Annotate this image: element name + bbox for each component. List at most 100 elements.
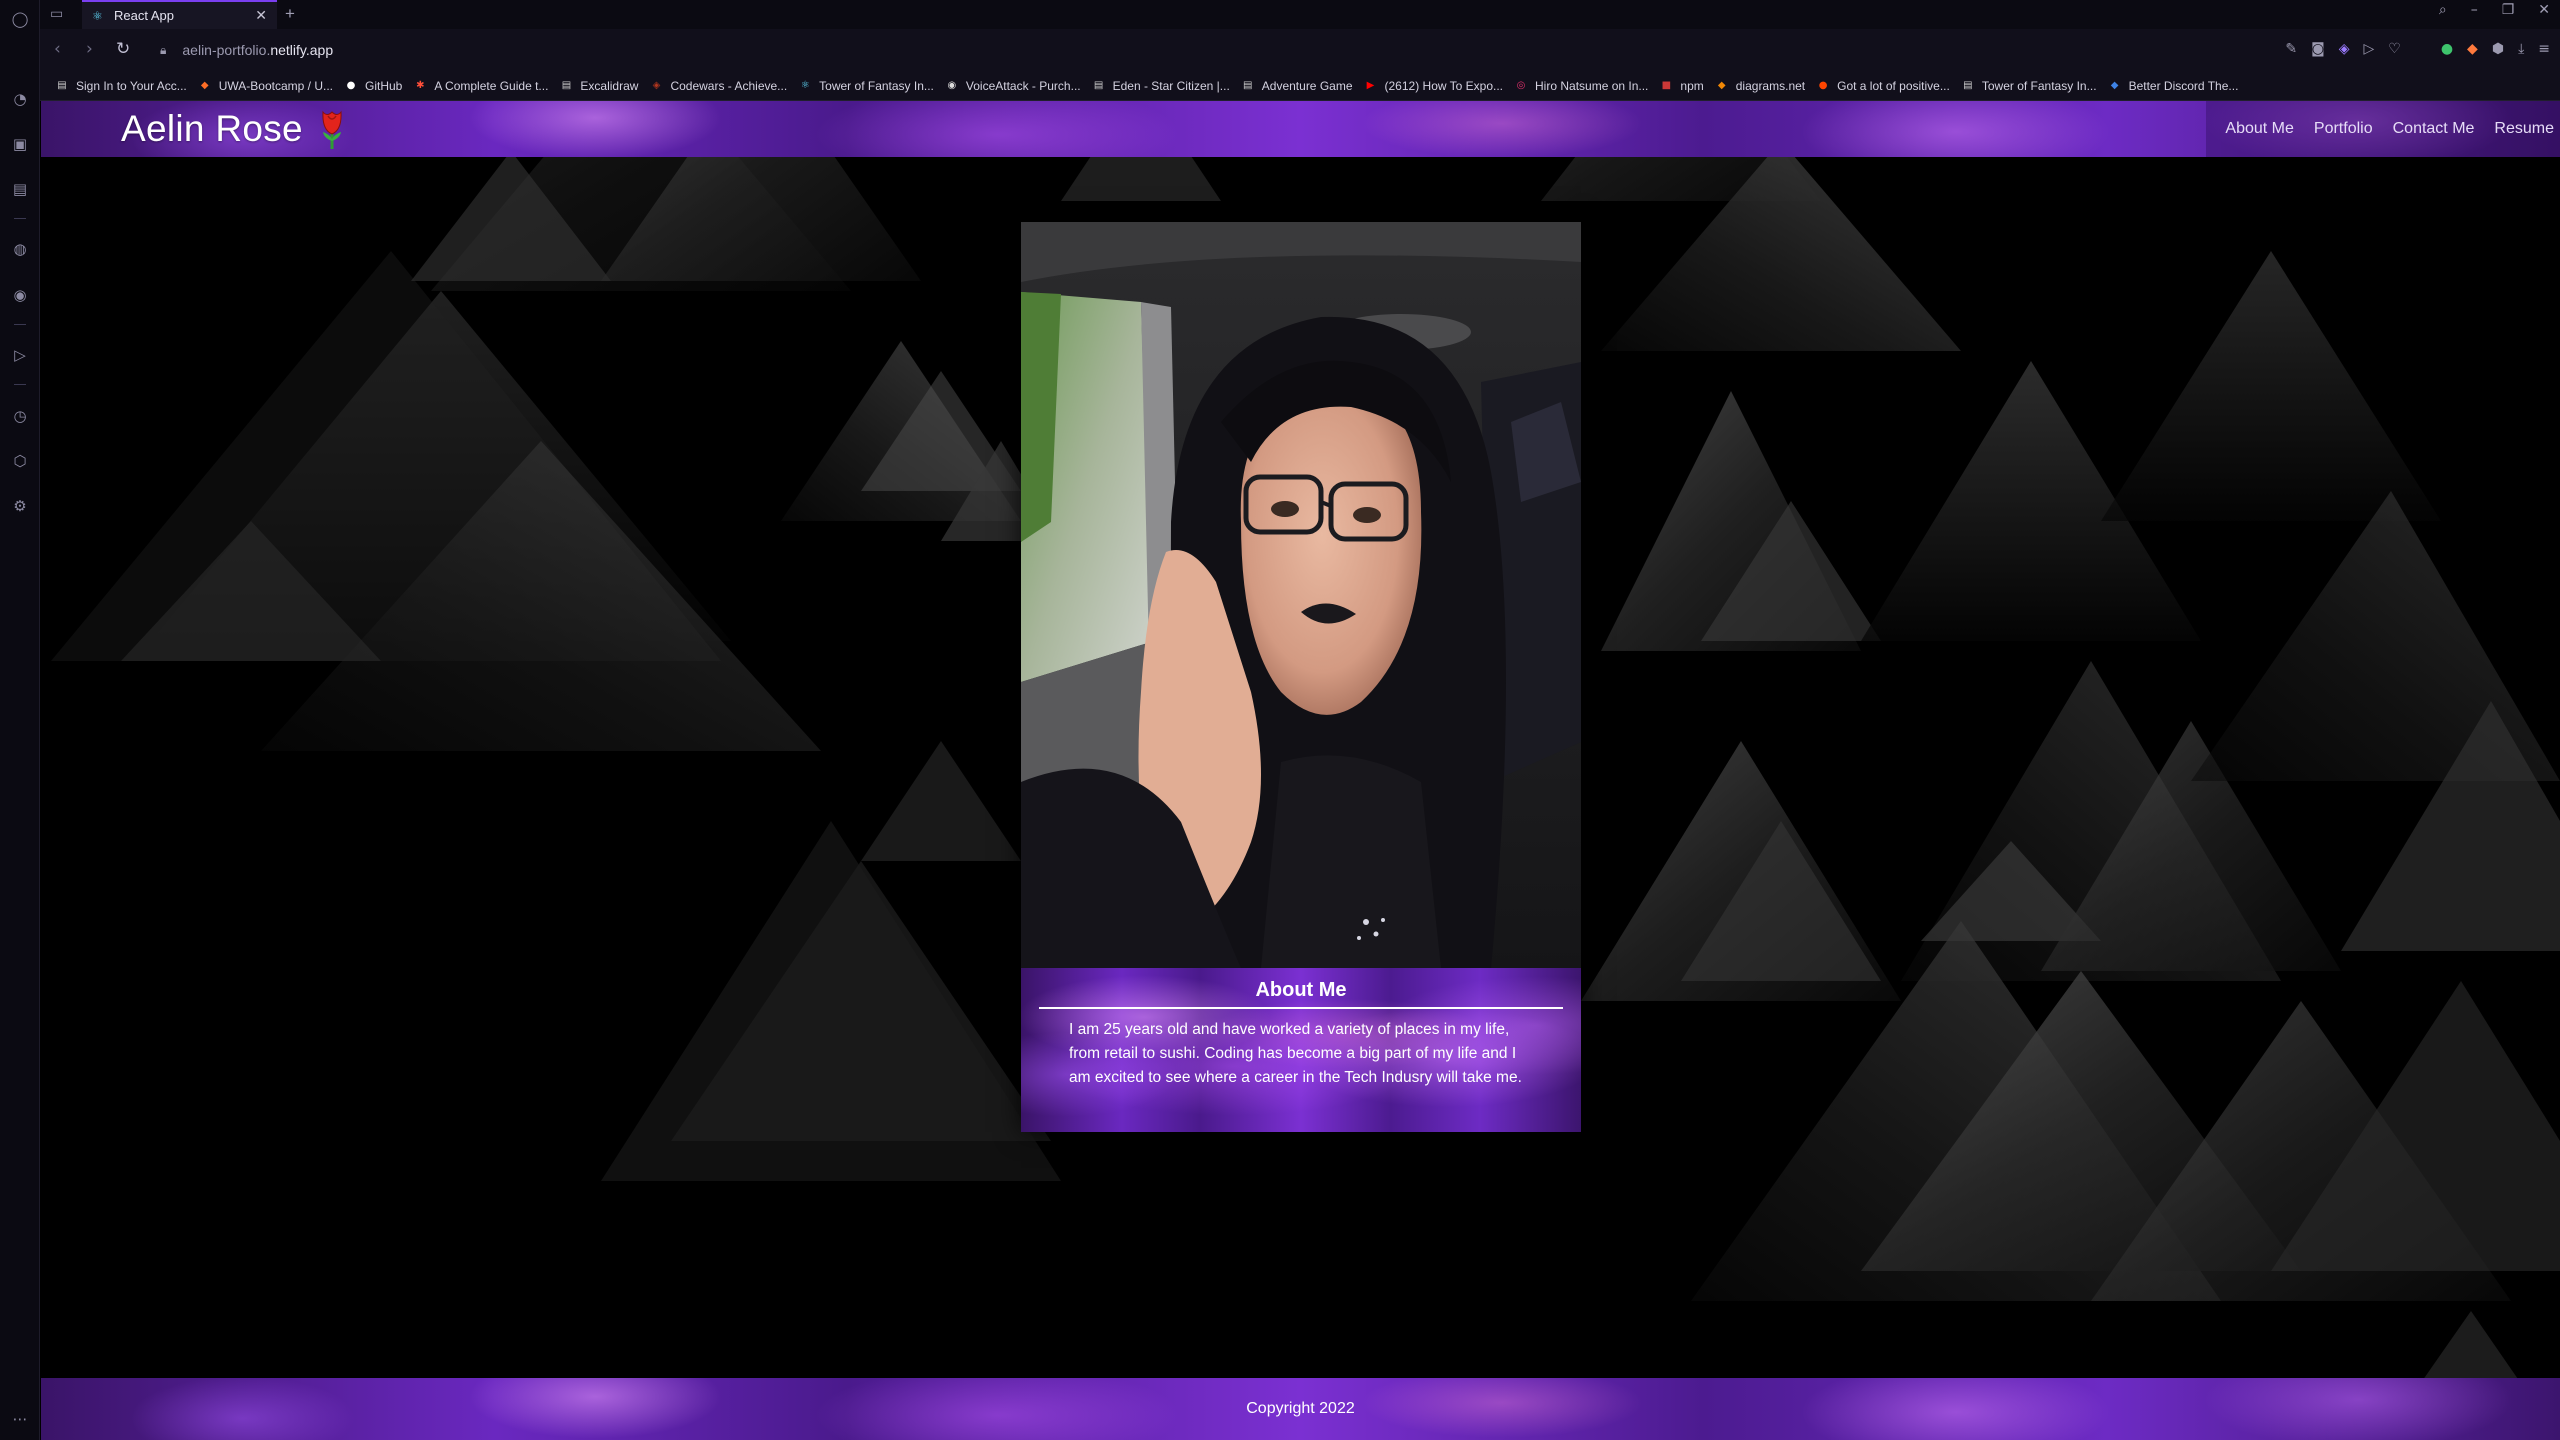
bookmark-label: Excalidraw: [580, 78, 639, 93]
menu-icon[interactable]: ≡: [2538, 41, 2550, 57]
bookmark-item[interactable]: ▤ Excalidraw: [559, 78, 639, 93]
page-viewport: Aelin Rose About Me Portfolio Contact Me…: [41, 101, 2560, 1440]
tab-close-icon[interactable]: ✕: [255, 8, 267, 24]
tab-menu-icon[interactable]: ▭: [50, 6, 63, 22]
url-domain: netlify.app: [270, 42, 334, 58]
bookmark-item[interactable]: ▤ Tower of Fantasy In...: [1961, 78, 2097, 93]
browser-logo-icon[interactable]: ◯: [9, 8, 31, 30]
bookmark-item[interactable]: ● GitHub: [344, 78, 403, 93]
bookmark-item[interactable]: ■ npm: [1659, 78, 1704, 93]
speed-dial-icon[interactable]: ◔: [9, 88, 31, 110]
messenger-icon[interactable]: ◍: [9, 238, 31, 260]
download-icon[interactable]: ⤓: [2518, 41, 2524, 57]
twitch-icon[interactable]: ▤: [9, 178, 31, 200]
forward-button[interactable]: ›: [86, 39, 93, 59]
bookmark-item[interactable]: ▶ (2612) How To Expo...: [1364, 79, 1503, 93]
diagrams-icon: ◆: [1717, 80, 1726, 91]
rose-icon: [322, 110, 342, 149]
minimize-button[interactable]: –: [2471, 2, 2478, 18]
window-controls: ⌕ – ❐ ✕: [2439, 2, 2550, 18]
bookmark-item[interactable]: ▤ Sign In to Your Acc...: [55, 79, 186, 93]
camera-icon[interactable]: ◙: [2311, 41, 2325, 57]
gitlab-icon: ◆: [200, 80, 209, 91]
bookmark-label: GitHub: [365, 78, 403, 93]
bookmark-label: Tower of Fantasy In...: [1981, 78, 2097, 93]
page-icon: ▤: [1093, 80, 1104, 91]
about-card: About Me I am 25 years old and have work…: [1021, 222, 1581, 1132]
bookmark-label: Eden - Star Citizen |...: [1112, 78, 1230, 93]
extension-green-icon[interactable]: ●: [2441, 41, 2453, 57]
close-window-button[interactable]: ✕: [2538, 2, 2550, 18]
bookmark-item[interactable]: ▤ Adventure Game: [1241, 78, 1353, 93]
react-icon: ⚛: [800, 80, 810, 91]
npm-icon: ■: [1661, 80, 1672, 91]
heart-icon[interactable]: ♡: [2388, 41, 2401, 57]
browser-sidebar: ◯ ◔ ▣ ▤ ◍ ◉ ▷ ◷ ⬡ ⚙ ⋯: [0, 0, 40, 1440]
voiceattack-icon: ◉: [947, 80, 957, 91]
github-icon: ●: [346, 80, 356, 91]
bookmark-label: Got a lot of positive...: [1837, 78, 1950, 93]
react-favicon-icon: ⚛: [92, 8, 103, 23]
sidebar-divider: [14, 384, 26, 385]
lock-icon: 🔒︎: [160, 42, 167, 57]
bookmark-item[interactable]: ✱ A Complete Guide t...: [413, 79, 548, 93]
extensions-cube-icon[interactable]: ⬢: [2492, 41, 2504, 57]
restore-button[interactable]: ❐: [2502, 2, 2515, 18]
bookmark-label: Codewars - Achieve...: [670, 78, 788, 93]
reddit-icon: ●: [1818, 80, 1828, 91]
bookmarks-bar: ▤ Sign In to Your Acc... ◆ UWA-Bootcamp / U…: [40, 71, 2560, 101]
toolbar-extensions: ✎ ◙ ◈ ▷ ♡ ● ◆ ⬢ ⤓ ≡: [2285, 41, 2550, 57]
nav-resume[interactable]: Resume: [2494, 120, 2554, 138]
more-icon[interactable]: ⋯: [9, 1408, 31, 1430]
bookmark-item[interactable]: ◆ Better Discord The...: [2108, 79, 2239, 93]
url-field[interactable]: 🔒︎ aelin-portfolio. netlify.app: [160, 38, 333, 62]
bookmark-label: diagrams.net: [1735, 78, 1806, 93]
history-icon[interactable]: ◷: [9, 405, 31, 427]
codewars-icon: ◈: [652, 80, 661, 91]
bookmark-label: Better Discord The...: [2128, 78, 2239, 93]
reload-button[interactable]: ↻: [116, 39, 130, 59]
send-icon[interactable]: ▷: [2363, 41, 2374, 57]
profile-photo: [1021, 222, 1581, 968]
nav-portfolio[interactable]: Portfolio: [2314, 120, 2373, 138]
bookmark-item[interactable]: ◉ VoiceAttack - Purch...: [945, 79, 1081, 93]
bag-icon[interactable]: ▣: [9, 133, 31, 155]
about-panel: About Me I am 25 years old and have work…: [1021, 968, 1581, 1132]
twitter-icon[interactable]: ◉: [9, 284, 31, 306]
tab-title: React App: [114, 8, 174, 23]
brand-name: Aelin Rose: [121, 108, 303, 149]
site-footer: Copyright 2022: [41, 1378, 2560, 1440]
page-icon: ▤: [1963, 80, 1973, 91]
about-heading: About Me: [1039, 979, 1563, 1009]
shield-icon[interactable]: ◈: [2339, 41, 2350, 57]
bookmark-label: Tower of Fantasy In...: [819, 78, 934, 93]
bookmark-item[interactable]: ⚛ Tower of Fantasy In...: [798, 79, 934, 93]
nav-about-me[interactable]: About Me: [2225, 120, 2293, 138]
bookmark-label: npm: [1680, 78, 1704, 93]
settings-gear-icon[interactable]: ⚙: [9, 495, 31, 517]
back-button[interactable]: ‹: [54, 39, 61, 59]
new-tab-button[interactable]: +: [285, 4, 295, 24]
page-icon: ▤: [561, 80, 572, 91]
nav-contact-me[interactable]: Contact Me: [2393, 120, 2475, 138]
bookmark-item[interactable]: ▤ Eden - Star Citizen |...: [1092, 79, 1230, 93]
bookmark-item[interactable]: ● Got a lot of positive...: [1816, 79, 1950, 93]
tab-active[interactable]: ⚛ React App ✕: [82, 0, 277, 29]
extensions-icon[interactable]: ⬡: [9, 450, 31, 472]
player-icon[interactable]: ▷: [9, 344, 31, 366]
asterisk-icon: ✱: [416, 80, 425, 91]
bookmark-label: Adventure Game: [1261, 78, 1353, 93]
search-icon[interactable]: ⌕: [2439, 2, 2447, 18]
tab-strip: ▭ ⚛ React App ✕ + ⌕ – ❐ ✕: [40, 0, 2560, 29]
instagram-icon: ◎: [1516, 80, 1526, 91]
extension-orange-icon[interactable]: ◆: [2467, 41, 2478, 57]
bookmark-label: Hiro Natsume on In...: [1535, 78, 1649, 93]
bookmark-item[interactable]: ◈ Codewars - Achieve...: [649, 78, 788, 93]
betterdiscord-icon: ◆: [2110, 80, 2119, 91]
bookmark-item[interactable]: ◆ diagrams.net: [1715, 79, 1805, 93]
bookmark-item[interactable]: ◆ UWA-Bootcamp / U...: [198, 79, 333, 93]
site-brand[interactable]: Aelin Rose: [121, 105, 347, 153]
edit-icon[interactable]: ✎: [2285, 41, 2297, 57]
bookmark-label: UWA-Bootcamp / U...: [218, 78, 333, 93]
bookmark-item[interactable]: ◎ Hiro Natsume on In...: [1514, 78, 1649, 93]
